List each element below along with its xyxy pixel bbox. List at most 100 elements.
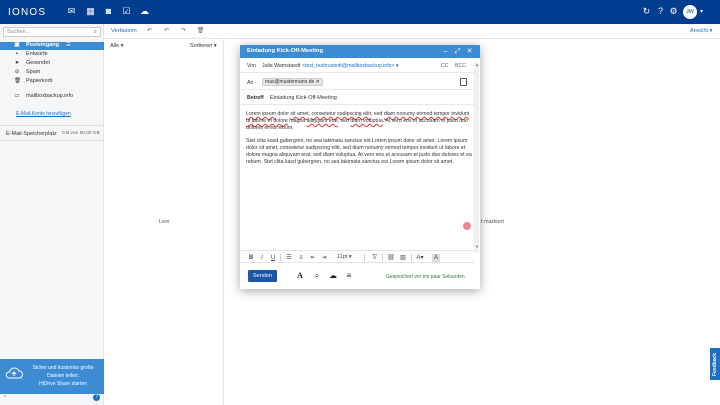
cc-button[interactable]: CC — [441, 63, 449, 69]
sidebar-item-label: Gesendet — [26, 60, 50, 66]
scroll-down-icon[interactable]: ▼ — [475, 244, 479, 249]
underline-icon[interactable]: U — [269, 254, 277, 262]
italic-icon[interactable]: I — [258, 254, 266, 262]
body-text: , sed — [371, 111, 384, 117]
mail-icon[interactable]: ✉ — [66, 6, 77, 17]
body-paragraph: Lorem ipsum dolor sit amet, consetetur s… — [246, 111, 472, 133]
reply-all-icon[interactable]: ↶ — [162, 27, 171, 36]
body-text: sit amet — [290, 111, 309, 117]
format-toolbar: B I U ☰ ≡ ⇤ ⇥ 11pt ▾ T̸ ⛓ ▧ A▾ A — [240, 250, 474, 263]
image-icon[interactable]: ▧ — [399, 254, 407, 262]
indent-icon[interactable]: ⇥ — [320, 254, 328, 262]
add-account-link[interactable]: E-Mail-Konto hinzufügen — [16, 111, 71, 117]
recipient-chip[interactable]: max@mustermann.de ✕ — [262, 78, 323, 86]
detail-hint-text: t markiert — [481, 219, 504, 225]
mail-toolbar: Verfassen ↶ ↶ ↷ 🗑 Ansicht ▾ — [104, 24, 720, 39]
saved-status: Gespeichert vor ein paar Sekunden — [386, 274, 465, 280]
hidrive-line: Sicher und kostenlos große — [32, 365, 94, 371]
hidrive-banner[interactable]: Sicher und kostenlos große Dateien teile… — [0, 359, 104, 394]
link-icon[interactable]: ⛓ — [387, 254, 395, 262]
close-icon[interactable]: ✕ — [465, 47, 474, 56]
font-size-dropdown[interactable]: 11pt ▾ — [337, 254, 352, 260]
sort-dropdown[interactable]: Sortieren ▾ — [190, 43, 217, 49]
scroll-up-icon[interactable]: ▲ — [475, 62, 479, 67]
calendar-icon[interactable]: ▦ — [85, 6, 96, 17]
trash-icon: 🗑 — [14, 78, 21, 84]
outdent-icon[interactable]: ⇤ — [309, 254, 317, 262]
attachment-icon[interactable]: ⌕ — [312, 271, 322, 281]
inbox-icon: ▣ — [14, 42, 20, 48]
bcc-button[interactable]: BCC — [455, 63, 466, 69]
scrollbar[interactable] — [474, 63, 479, 253]
sidebar-item-drafts[interactable]: ▪ Entwürfe — [0, 51, 104, 59]
sidebar-item-inbox[interactable]: ▣ Posteingang ☰ — [0, 42, 104, 50]
compose-button[interactable]: Verfassen — [111, 28, 137, 34]
text-color-icon[interactable]: A▾ — [416, 254, 424, 262]
compose-dialog: Einladung Kick-Off-Meeting – ⤢ ✕ Von Jul… — [240, 45, 480, 289]
hidrive-line: Dateien teilen: — [47, 373, 79, 379]
dialog-title: Einladung Kick-Off-Meeting — [247, 48, 324, 54]
contacts-icon[interactable]: ◙ — [103, 6, 114, 17]
delete-icon[interactable]: 🗑 — [196, 27, 205, 36]
search-icon[interactable]: ⌕ — [94, 29, 97, 36]
chevron-up-icon[interactable]: ⌃ — [3, 395, 7, 401]
hidrive-line: HiDrive Share starten — [39, 381, 87, 387]
help-circle-icon[interactable]: ? — [93, 394, 100, 401]
divider — [382, 254, 383, 261]
forward-icon[interactable]: ↷ — [179, 27, 188, 36]
minimize-icon[interactable]: – — [441, 47, 450, 56]
sidebar-item-sent[interactable]: ➤ Gesendet — [0, 60, 104, 68]
hidrive-text: Sicher und kostenlos große Dateien teile… — [28, 364, 98, 388]
text-format-icon[interactable]: A — [295, 271, 305, 281]
address-book-icon[interactable] — [460, 78, 467, 86]
feedback-tab[interactable]: Feedback — [710, 348, 720, 380]
sidebar-item-spam[interactable]: ⊘ Spam — [0, 69, 104, 77]
bold-icon[interactable]: B — [247, 254, 255, 262]
divider — [411, 254, 412, 261]
expand-icon[interactable]: ⤢ — [453, 47, 462, 56]
font-size-value: 11pt — [337, 254, 348, 260]
body-text: magna — [287, 118, 307, 125]
sort-label: Sortieren — [190, 43, 213, 49]
highlight-color-icon[interactable]: A — [432, 254, 440, 262]
filter-dropdown[interactable]: Alle ▾ — [110, 43, 123, 49]
view-label: Ansicht — [690, 28, 709, 34]
more-options-icon[interactable]: ≡ — [344, 271, 354, 281]
reply-icon[interactable]: ↶ — [145, 27, 154, 36]
chevron-down-icon[interactable]: ▾ — [700, 8, 703, 15]
sidebar-item-trash[interactable]: 🗑 Papierkorb — [0, 78, 104, 86]
sidebar-item-label: Papierkorb — [26, 78, 53, 84]
avatar[interactable]: JW — [683, 5, 697, 19]
subject-input[interactable]: Einladung Kick-Off-Meeting — [270, 95, 337, 101]
help-icon[interactable]: ? — [655, 6, 666, 17]
ionos-logo[interactable]: IONOS — [8, 7, 46, 18]
storage-label: E-Mail-Speicherplatz — [6, 131, 57, 137]
top-bar: IONOS ✉ ▦ ◙ ☑ ☁ ↻ ? ⚙ JW ▾ — [0, 0, 720, 24]
send-button[interactable]: Senden — [248, 270, 277, 282]
divider — [0, 140, 104, 141]
subject-label: Betreff — [247, 95, 264, 101]
tasks-icon[interactable]: ☑ — [121, 6, 132, 17]
from-select[interactable]: Julia Warnstaedt <test_testtrustedt@mail… — [262, 63, 399, 69]
dialog-titlebar: Einladung Kick-Off-Meeting – ⤢ ✕ — [240, 45, 480, 58]
from-row: Von Julia Warnstaedt <test_testtrustedt@… — [240, 58, 474, 73]
remove-icon[interactable]: ✕ — [316, 79, 320, 85]
body-text: aliquyam erat — [306, 118, 338, 125]
clear-format-icon[interactable]: T̸ — [370, 254, 378, 262]
body-text: Lorem ipsum — [246, 111, 276, 117]
numbered-list-icon[interactable]: ≡ — [297, 254, 305, 262]
body-text: dolor — [275, 111, 291, 117]
sidebar-item-account-folder[interactable]: ▭ mailboxbackup.info — [0, 93, 104, 101]
view-dropdown[interactable]: Ansicht ▾ — [690, 28, 712, 34]
filter-label: Alle — [110, 43, 120, 49]
refresh-icon[interactable]: ↻ — [641, 6, 652, 17]
body-text: , sed — [337, 118, 351, 125]
menu-icon[interactable]: ☰ — [66, 42, 71, 48]
bullet-list-icon[interactable]: ☰ — [285, 254, 293, 262]
body-text: diam voluptua — [350, 118, 383, 125]
cloud-attach-icon[interactable]: ☁ — [328, 271, 338, 281]
gear-icon[interactable]: ⚙ — [668, 6, 679, 17]
message-body-editor[interactable]: Lorem ipsum dolor sit amet, consetetur s… — [246, 111, 472, 171]
search-input[interactable]: Suchen... ⌕ — [3, 27, 101, 37]
cloud-icon[interactable]: ☁ — [139, 6, 150, 17]
